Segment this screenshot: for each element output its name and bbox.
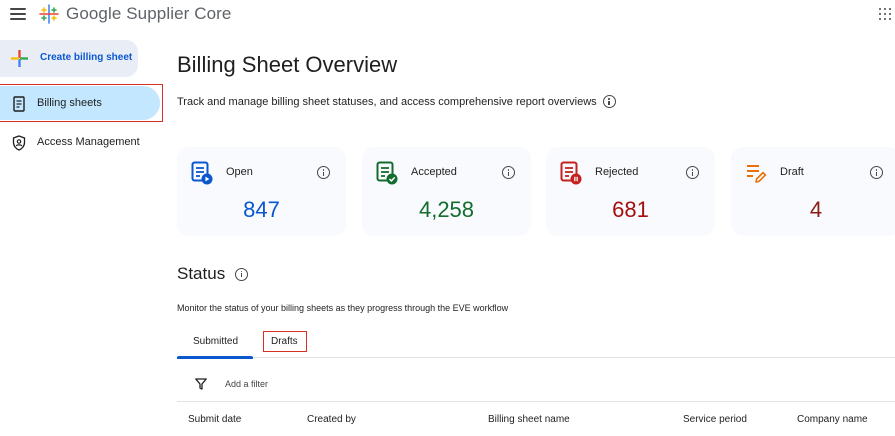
open-count-value: 847 [243, 197, 280, 222]
top-app-bar: Google Supplier Core [0, 0, 895, 30]
card-title: Draft [780, 166, 804, 178]
status-title-text: Status [177, 264, 226, 283]
info-icon[interactable] [686, 166, 699, 179]
receipt-icon [13, 96, 25, 112]
supplier-core-logo-icon [39, 4, 59, 24]
sidebar-item-label: Billing sheets [37, 97, 102, 109]
card-title: Rejected [595, 166, 639, 178]
accepted-count-value: 4,258 [418, 197, 475, 222]
page-subtitle: Track and manage billing sheet statuses,… [177, 95, 616, 108]
sidebar-item-billing-sheets[interactable]: Billing sheets [0, 86, 160, 120]
tab-submitted[interactable]: Submitted [177, 330, 253, 359]
column-header-company-name[interactable]: Company name [797, 414, 868, 425]
info-icon[interactable] [602, 95, 616, 108]
rejected-count-value: 681 [612, 197, 649, 222]
column-header-created-by[interactable]: Created by [307, 414, 356, 425]
info-icon[interactable] [502, 166, 515, 179]
accepted-sheet-icon [376, 161, 398, 185]
add-filter-input[interactable]: Add a filter [225, 379, 268, 389]
hamburger-menu-icon[interactable] [10, 6, 26, 22]
sidebar-item-access-management[interactable]: Access Management [0, 124, 162, 160]
app-title: Google Supplier Core [66, 4, 232, 23]
filter-icon[interactable] [195, 378, 207, 390]
sidebar-item-label: Access Management [37, 136, 140, 148]
status-description: Monitor the status of your billing sheet… [177, 303, 509, 313]
plus-icon [11, 50, 28, 67]
tab-drafts[interactable]: Drafts [261, 330, 307, 358]
page-title: Billing Sheet Overview [177, 52, 398, 77]
column-header-service-period[interactable]: Service period [683, 414, 747, 425]
create-billing-sheet-button[interactable]: Create billing sheet [0, 40, 138, 77]
draft-edit-icon [747, 165, 767, 183]
status-tabs: Submitted Drafts [177, 330, 895, 359]
active-tab-indicator [177, 356, 253, 359]
filter-bar: Add a filter [177, 372, 895, 402]
accepted-count-card[interactable]: Accepted 4,258 [362, 147, 531, 236]
open-sheet-icon [191, 161, 213, 185]
info-icon[interactable] [235, 267, 249, 281]
status-section-title: Status [177, 264, 249, 284]
card-title: Accepted [411, 166, 457, 178]
draft-count-value: 4 [809, 197, 823, 222]
card-title: Open [226, 166, 253, 178]
info-icon[interactable] [870, 166, 883, 179]
tab-label: Drafts [271, 336, 298, 347]
open-count-card[interactable]: Open 847 [177, 147, 346, 236]
rejected-sheet-icon [560, 161, 582, 185]
tab-label: Submitted [193, 336, 239, 347]
shield-person-icon [12, 135, 26, 151]
column-header-submit-date[interactable]: Submit date [188, 414, 241, 425]
rejected-count-card[interactable]: Rejected 681 [546, 147, 715, 236]
create-billing-sheet-label: Create billing sheet [40, 52, 133, 63]
apps-grid-icon[interactable] [879, 8, 891, 20]
info-icon[interactable] [317, 166, 330, 179]
draft-count-card[interactable]: Draft 4 [731, 147, 895, 236]
column-header-billing-sheet-name[interactable]: Billing sheet name [488, 414, 570, 425]
page-subtitle-text: Track and manage billing sheet statuses,… [177, 95, 597, 108]
